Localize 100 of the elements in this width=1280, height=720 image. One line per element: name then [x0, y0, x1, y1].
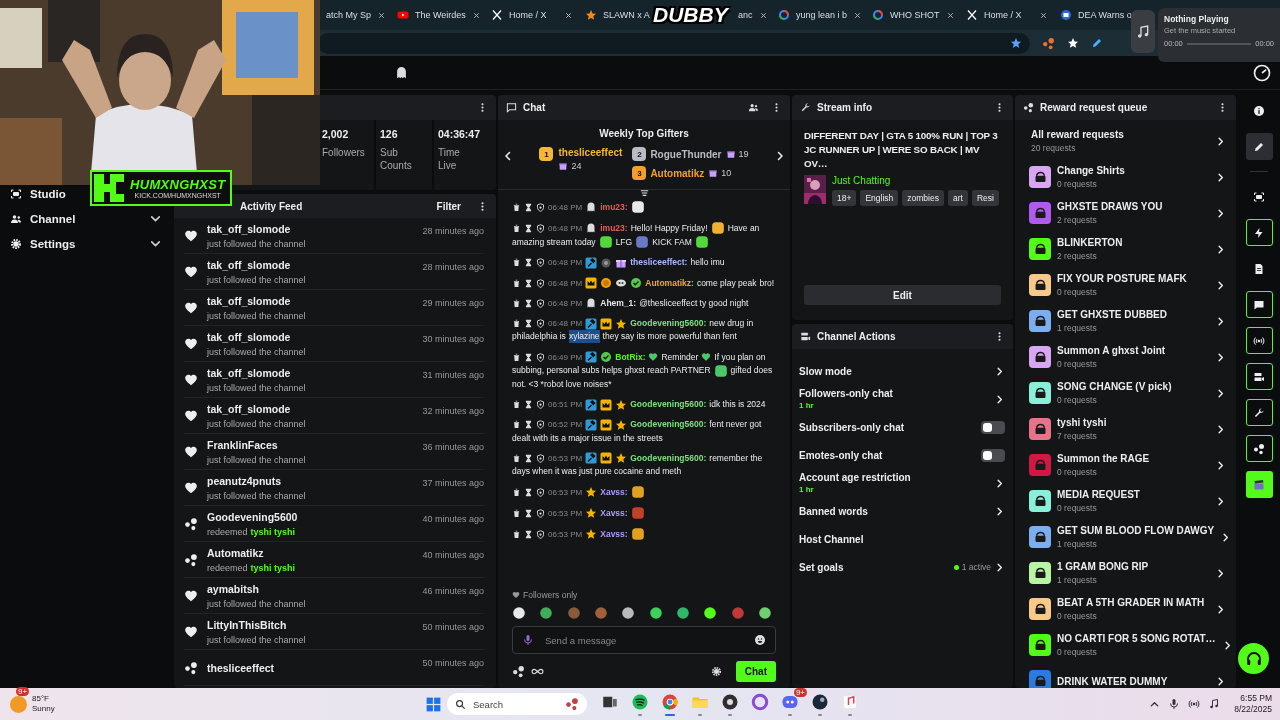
reward-row[interactable]: tyshi tyshi 7 requests: [1029, 411, 1226, 447]
mic-icon[interactable]: [1168, 698, 1181, 710]
sidebar-item[interactable]: Studio: [0, 181, 76, 206]
delete-icon[interactable]: [512, 420, 521, 430]
delete-icon[interactable]: [512, 487, 521, 497]
delete-icon[interactable]: [512, 529, 521, 539]
reward-row[interactable]: Summon the RAGE 0 requests: [1029, 447, 1226, 483]
browser-tab[interactable]: Home / X: [960, 0, 1054, 30]
timeout-icon[interactable]: [524, 202, 533, 212]
chevron-right-icon[interactable]: [994, 561, 1005, 573]
ban-icon[interactable]: [536, 420, 545, 430]
reward-row[interactable]: NO CARTI FOR 5 SONG ROTAT… 0 requests: [1029, 627, 1226, 663]
reward-row[interactable]: BLINKERTON 2 requests: [1029, 231, 1226, 267]
timeout-icon[interactable]: [524, 319, 533, 328]
emote-icon[interactable]: [621, 606, 636, 620]
timeout-icon[interactable]: [524, 223, 533, 233]
gifter-name[interactable]: thesliceeffect: [558, 147, 623, 158]
reward-icon[interactable]: [512, 664, 525, 678]
browser-tab[interactable]: Home / X: [485, 0, 579, 30]
timeout-icon[interactable]: [524, 258, 533, 268]
extension-icon[interactable]: [1067, 37, 1079, 49]
timeout-icon[interactable]: [524, 529, 533, 539]
ban-icon[interactable]: [536, 508, 545, 518]
close-icon[interactable]: [853, 10, 863, 20]
chevron-right-icon[interactable]: [994, 505, 1005, 517]
ban-icon[interactable]: [536, 278, 545, 288]
username[interactable]: Ahem_1:: [600, 296, 637, 310]
timeout-icon[interactable]: [524, 420, 533, 430]
username[interactable]: Goodevening5600:: [630, 317, 707, 330]
ban-icon[interactable]: [536, 487, 545, 497]
delete-icon[interactable]: [512, 278, 521, 288]
timeout-icon[interactable]: [524, 508, 533, 518]
rail-button[interactable]: [1245, 363, 1273, 390]
media-button[interactable]: [1131, 10, 1155, 53]
rail-button[interactable]: [1245, 435, 1273, 462]
timeout-icon[interactable]: [524, 400, 533, 409]
sidebar-item[interactable]: Settings: [0, 231, 172, 256]
settings-icon[interactable]: [710, 665, 722, 677]
delete-icon[interactable]: [512, 223, 521, 233]
reward-row[interactable]: Summon A ghxst Joint 0 requests: [1029, 339, 1226, 375]
bookmark-star-icon[interactable]: [1010, 37, 1022, 49]
chevron-right-icon[interactable]: [994, 365, 1005, 377]
username[interactable]: thesliceeffect:: [630, 256, 688, 270]
ban-icon[interactable]: [536, 298, 545, 308]
timeout-icon[interactable]: [524, 487, 533, 497]
emote-icon[interactable]: [703, 606, 718, 620]
username[interactable]: Goodevening5600:: [630, 418, 707, 432]
emote-icon[interactable]: [512, 606, 526, 620]
filter-button[interactable]: Filter: [436, 200, 461, 212]
chevron-right-icon[interactable]: [994, 393, 1005, 405]
delete-icon[interactable]: [512, 298, 521, 308]
search-field[interactable]: Search: [447, 693, 587, 715]
close-icon[interactable]: [377, 10, 387, 20]
category-name[interactable]: Just Chatting: [832, 175, 999, 186]
username[interactable]: Goodevening5600:: [630, 451, 707, 465]
ban-icon[interactable]: [536, 400, 545, 409]
ban-icon[interactable]: [536, 223, 545, 233]
timeout-icon[interactable]: [524, 298, 533, 308]
username[interactable]: Xavss:: [600, 506, 628, 520]
delete-icon[interactable]: [512, 400, 521, 409]
close-icon[interactable]: [471, 10, 481, 20]
username[interactable]: Automatikz:: [645, 276, 694, 290]
rail-button[interactable]: [1245, 327, 1273, 354]
delete-icon[interactable]: [512, 508, 521, 518]
username[interactable]: Goodevening5600:: [630, 398, 707, 411]
reward-row[interactable]: GET SUM BLOOD FLOW DAWGY 1 requests: [1029, 519, 1226, 555]
reward-row[interactable]: GET GHXSTE DUBBED 1 requests: [1029, 303, 1226, 339]
browser-tab[interactable]: atch My Sp: [320, 0, 391, 30]
users-icon[interactable]: [748, 102, 759, 113]
close-icon[interactable]: [1039, 10, 1048, 20]
gifter-name[interactable]: RogueThunder: [650, 148, 722, 160]
timeout-icon[interactable]: [524, 352, 533, 362]
close-icon[interactable]: [758, 10, 768, 20]
rail-button[interactable]: [1245, 291, 1273, 318]
ban-icon[interactable]: [536, 352, 545, 362]
message-field[interactable]: Send a message: [512, 626, 776, 654]
delete-icon[interactable]: [512, 202, 521, 212]
username[interactable]: Xavss:: [600, 527, 628, 541]
timeout-icon[interactable]: [524, 453, 533, 463]
close-icon[interactable]: [945, 10, 955, 20]
username[interactable]: imu23:: [600, 200, 628, 214]
ban-icon[interactable]: [536, 453, 545, 463]
reward-row[interactable]: All reward requests 20 requests: [1029, 123, 1226, 159]
timeout-icon[interactable]: [524, 278, 533, 288]
emote-icon[interactable]: [757, 606, 772, 620]
ghost-icon[interactable]: [394, 65, 409, 80]
rail-button[interactable]: [1245, 219, 1273, 246]
reward-row[interactable]: Change Shirts 0 requests: [1029, 159, 1226, 195]
emote-icon[interactable]: [675, 606, 690, 620]
username[interactable]: imu23:: [600, 221, 628, 235]
rail-button[interactable]: [1245, 133, 1273, 160]
support-button[interactable]: [1238, 643, 1269, 674]
reward-row[interactable]: SONG CHANGE (V pick) 0 requests: [1029, 375, 1226, 411]
ban-icon[interactable]: [536, 202, 545, 212]
browser-tab[interactable]: yung lean i b: [772, 0, 866, 30]
toggle-switch[interactable]: [981, 448, 1005, 462]
reward-row[interactable]: BEAT A 5TH GRADER IN MATH 0 requests: [1029, 591, 1226, 627]
browser-tab[interactable]: SLAWN x A: [579, 0, 652, 30]
reward-row[interactable]: MEDIA REQUEST 0 requests: [1029, 483, 1226, 519]
extension-icon[interactable]: [1091, 37, 1103, 49]
